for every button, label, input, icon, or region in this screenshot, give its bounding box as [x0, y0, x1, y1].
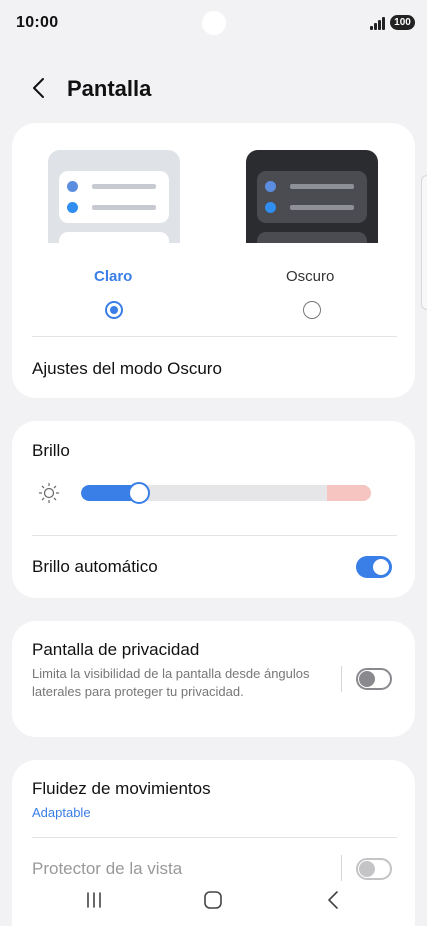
motion-smoothness-value: Adaptable — [32, 805, 91, 820]
dark-mode-label: Oscuro — [286, 268, 335, 285]
recents-icon[interactable] — [79, 888, 109, 912]
status-bar: 10:00 100 — [0, 0, 427, 44]
brightness-card: Brillo Brillo automático — [12, 421, 415, 598]
privacy-screen-title[interactable]: Pantalla de privacidad — [32, 640, 199, 660]
dark-mode-radio[interactable] — [303, 301, 321, 319]
page-header: Pantalla — [0, 70, 427, 110]
page-title: Pantalla — [67, 76, 152, 101]
dark-theme-preview[interactable] — [246, 150, 378, 243]
scroll-indicator — [421, 175, 427, 310]
dark-mode-settings-item[interactable]: Ajustes del modo Oscuro — [32, 359, 222, 379]
light-mode-radio[interactable] — [105, 301, 123, 319]
brightness-slider-thumb[interactable] — [128, 482, 150, 504]
eye-protector-toggle[interactable] — [356, 858, 392, 880]
back-icon[interactable] — [318, 888, 348, 912]
divider — [32, 837, 397, 838]
divider — [32, 336, 397, 337]
privacy-screen-toggle[interactable] — [356, 668, 392, 690]
light-theme-preview[interactable] — [48, 150, 180, 243]
light-mode-label: Claro — [94, 268, 133, 285]
motion-smoothness-title[interactable]: Fluidez de movimientos — [32, 779, 211, 799]
signal-icon — [370, 16, 388, 30]
toggle-knob — [359, 671, 375, 687]
privacy-card: Pantalla de privacidad Limita la visibil… — [12, 621, 415, 737]
status-time: 10:00 — [16, 14, 59, 31]
brightness-high-zone — [327, 485, 371, 501]
auto-brightness-label: Brillo automático — [32, 557, 158, 576]
toggle-knob — [373, 559, 389, 575]
battery-icon: 100 — [390, 15, 415, 30]
radio-selected-dot — [110, 306, 118, 314]
brightness-slider[interactable] — [81, 485, 371, 501]
auto-brightness-toggle[interactable] — [356, 556, 392, 578]
sun-icon — [38, 482, 60, 504]
home-icon[interactable] — [198, 888, 228, 912]
navigation-bar — [0, 878, 427, 926]
eye-protector-label[interactable]: Protector de la vista — [32, 859, 182, 879]
theme-card: Claro Oscuro Ajustes del modo Oscuro — [12, 123, 415, 398]
toggle-knob — [359, 861, 375, 877]
back-arrow-icon[interactable] — [28, 76, 52, 100]
camera-cutout — [202, 11, 226, 35]
privacy-screen-description: Limita la visibilidad de la pantalla des… — [32, 666, 310, 699]
brightness-title: Brillo — [32, 441, 70, 460]
divider — [32, 535, 397, 536]
vertical-divider — [341, 666, 342, 692]
